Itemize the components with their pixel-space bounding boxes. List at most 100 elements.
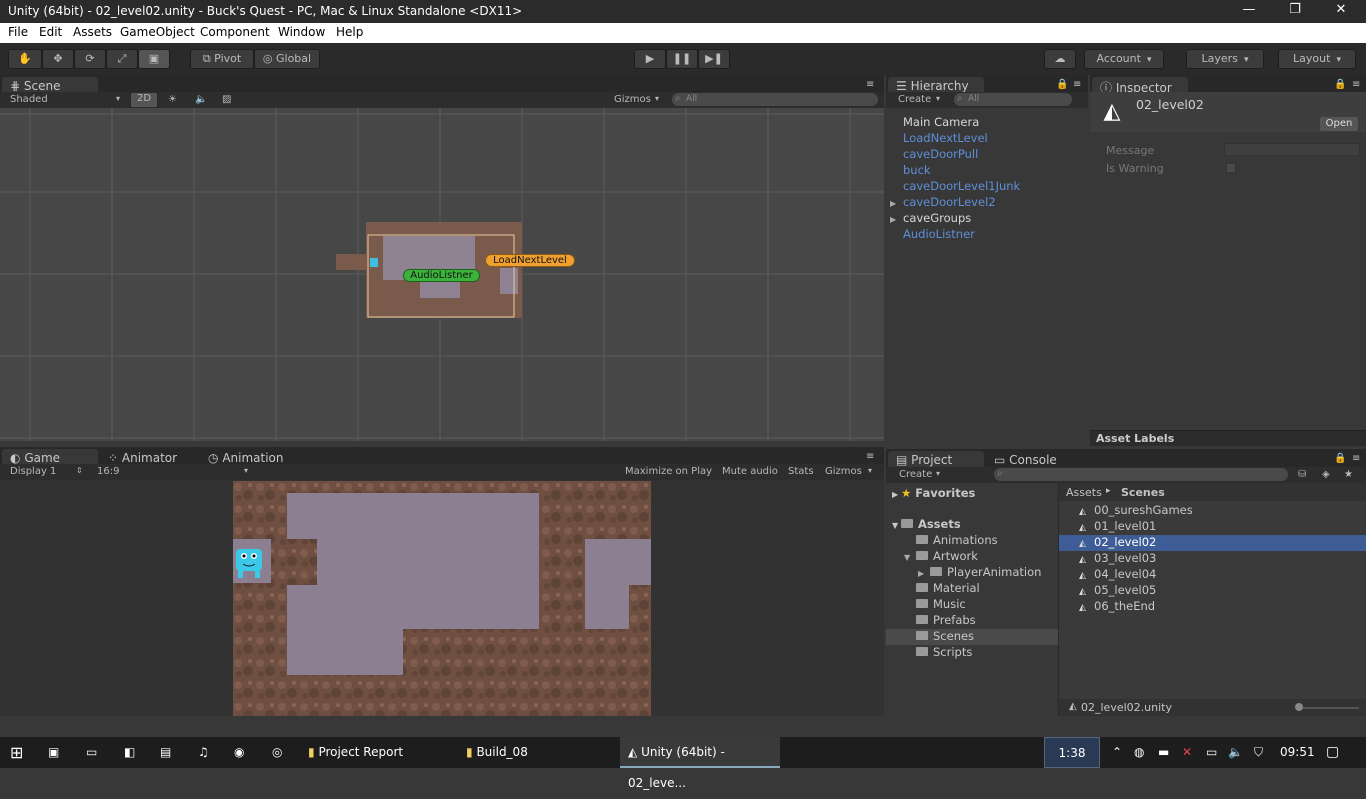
hdd-icon[interactable]: ▬ xyxy=(1158,737,1169,768)
stats-toggle[interactable]: Stats xyxy=(788,466,814,477)
minimize-button[interactable]: — xyxy=(1226,2,1272,22)
message-field[interactable] xyxy=(1224,143,1360,156)
effects-icon[interactable]: ▨ xyxy=(222,94,231,105)
close-button[interactable]: ✕ xyxy=(1318,2,1364,22)
aspect-dropdown[interactable]: 16:9 xyxy=(97,466,119,477)
battery-icon[interactable]: ▭ xyxy=(1206,737,1217,768)
expand-arrow-icon[interactable]: ▶ xyxy=(918,569,930,578)
sublime-icon[interactable]: ▤ xyxy=(160,737,171,768)
scene-file-item[interactable]: ◭ 02_level02 xyxy=(1059,535,1366,551)
favorite-star-icon[interactable]: ★ xyxy=(1344,469,1353,480)
icon-size-slider[interactable] xyxy=(1299,707,1359,709)
scene-search-input[interactable]: All xyxy=(672,92,878,106)
breadcrumb-assets[interactable]: Assets xyxy=(1066,486,1102,499)
folder-item[interactable]: Prefabs xyxy=(886,613,1058,629)
expand-arrow-icon[interactable]: ▶ xyxy=(890,215,903,224)
pause-button[interactable]: ❚❚ xyxy=(666,49,698,69)
lighting-icon[interactable]: ☀ xyxy=(168,94,177,105)
is-warning-checkbox[interactable] xyxy=(1226,163,1236,173)
scene-file-item[interactable]: ◭ 00_sureshGames xyxy=(1059,503,1366,519)
folder-item[interactable]: Animations xyxy=(886,533,1058,549)
hand-tool-button[interactable]: ✋ xyxy=(8,49,42,69)
hierarchy-search-input[interactable]: All xyxy=(954,92,1072,106)
taskbar-unity[interactable]: ◭ Unity (64bit) - 02_leve... xyxy=(620,737,780,790)
gizmos-dropdown[interactable]: Gizmos xyxy=(614,94,651,105)
lock-icon[interactable]: 🔒 xyxy=(1334,79,1346,90)
audio-listener-gizmo[interactable]: AudioListner xyxy=(403,269,480,282)
menu-component[interactable]: Component xyxy=(200,25,270,39)
hierarchy-item[interactable]: ▶ caveGroups xyxy=(890,211,971,225)
favorites-node[interactable]: ▶ ★ Favorites xyxy=(892,486,975,500)
hierarchy-item[interactable]: ▶ caveDoorLevel2 xyxy=(890,195,996,209)
mute-audio-toggle[interactable]: Mute audio xyxy=(722,466,778,477)
menu-edit[interactable]: Edit xyxy=(39,25,62,39)
play-button[interactable]: ▶ xyxy=(634,49,666,69)
volume-icon[interactable]: 🔈 xyxy=(1228,737,1243,768)
ime-indicator[interactable]: 1:38 xyxy=(1044,737,1100,768)
filter-label-icon[interactable]: ◈ xyxy=(1322,469,1330,480)
audio-icon[interactable]: 🔈 xyxy=(195,94,207,105)
account-dropdown[interactable]: Account xyxy=(1084,49,1164,69)
pivot-toggle[interactable]: ⧉ Pivot xyxy=(190,49,254,69)
steam-icon[interactable]: ◎ xyxy=(272,737,282,768)
expand-arrow-icon[interactable]: ▼ xyxy=(904,553,916,562)
scale-tool-button[interactable]: ⤢ xyxy=(106,49,138,69)
hierarchy-item[interactable]: buck xyxy=(890,163,931,177)
folder-item[interactable]: Music xyxy=(886,597,1058,613)
open-button[interactable]: Open xyxy=(1320,117,1358,131)
chrome-icon[interactable]: ◉ xyxy=(234,737,244,768)
scene-file-item[interactable]: ◭ 03_level03 xyxy=(1059,551,1366,567)
itunes-icon[interactable]: ♫ xyxy=(198,737,209,768)
scene-view[interactable]: AudioListner LoadNextLevel xyxy=(0,108,884,441)
icon-size-slider-thumb[interactable] xyxy=(1295,703,1303,711)
breadcrumb-scenes[interactable]: Scenes xyxy=(1121,486,1165,499)
notification-icon[interactable]: ▢ xyxy=(1326,737,1339,768)
folder-item[interactable]: Scripts xyxy=(886,645,1058,661)
2d-toggle[interactable]: 2D xyxy=(131,93,157,107)
hierarchy-item[interactable]: LoadNextLevel xyxy=(890,131,988,145)
menu-file[interactable]: File xyxy=(8,25,28,39)
taskbar-build[interactable]: ▮ Build_08 xyxy=(458,737,612,768)
scene-file-item[interactable]: ◭ 01_level01 xyxy=(1059,519,1366,535)
project-search-input[interactable] xyxy=(994,467,1288,481)
folder-item[interactable]: Material xyxy=(886,581,1058,597)
move-tool-button[interactable]: ✥ xyxy=(42,49,74,69)
global-toggle[interactable]: ◎ Global xyxy=(254,49,320,69)
game-view[interactable] xyxy=(0,480,884,716)
network-app-icon[interactable]: ◍ xyxy=(1134,737,1144,768)
load-next-level-gizmo[interactable]: LoadNextLevel xyxy=(485,254,575,267)
rotate-tool-button[interactable]: ⟳ xyxy=(74,49,106,69)
layout-dropdown[interactable]: Layout xyxy=(1278,49,1356,69)
restore-button[interactable]: ❐ xyxy=(1272,2,1318,22)
panel-menu-icon[interactable]: ≡ xyxy=(1352,79,1360,90)
hierarchy-item[interactable]: AudioListner xyxy=(890,227,975,241)
cloud-button[interactable]: ☁ xyxy=(1044,49,1076,69)
step-button[interactable]: ▶❚ xyxy=(698,49,730,69)
game-gizmos-dropdown[interactable]: Gizmos xyxy=(825,466,862,477)
hierarchy-item[interactable]: caveDoorPull xyxy=(890,147,978,161)
hierarchy-create-dropdown[interactable]: Create xyxy=(898,94,931,105)
filter-type-icon[interactable]: ⛁ xyxy=(1298,469,1306,480)
panel-menu-icon[interactable]: ≡ xyxy=(866,451,874,462)
folder-item[interactable]: Scenes xyxy=(886,629,1058,645)
hierarchy-item[interactable]: Main Camera xyxy=(890,115,979,129)
hierarchy-item[interactable]: caveDoorLevel1Junk xyxy=(890,179,1020,193)
panel-menu-icon[interactable]: ≡ xyxy=(866,79,874,90)
rect-tool-button[interactable]: ▣ xyxy=(138,49,170,69)
scene-file-item[interactable]: ◭ 06_theEnd xyxy=(1059,599,1366,615)
layers-dropdown[interactable]: Layers xyxy=(1186,49,1264,69)
chevron-up-icon[interactable]: ⌃ xyxy=(1112,737,1122,768)
panel-menu-icon[interactable]: ≡ xyxy=(1073,79,1081,90)
shield-icon[interactable]: ⛉ xyxy=(1254,737,1263,768)
expand-arrow-icon[interactable]: ▶ xyxy=(890,199,903,208)
menu-window[interactable]: Window xyxy=(278,25,325,39)
taskbar-project-report[interactable]: ▮ Project Report xyxy=(300,737,454,768)
lock-icon[interactable]: 🔒 xyxy=(1056,79,1068,90)
scene-file-item[interactable]: ◭ 04_level04 xyxy=(1059,567,1366,583)
explorer-icon[interactable]: ▣ xyxy=(48,737,59,768)
panel-menu-icon[interactable]: ≡ xyxy=(1352,453,1360,464)
folder-item[interactable]: ▼ Artwork xyxy=(886,549,1058,565)
menu-gameobject[interactable]: GameObject xyxy=(120,25,195,39)
assets-node[interactable]: ▼ Assets xyxy=(892,517,961,531)
menu-help[interactable]: Help xyxy=(336,25,363,39)
